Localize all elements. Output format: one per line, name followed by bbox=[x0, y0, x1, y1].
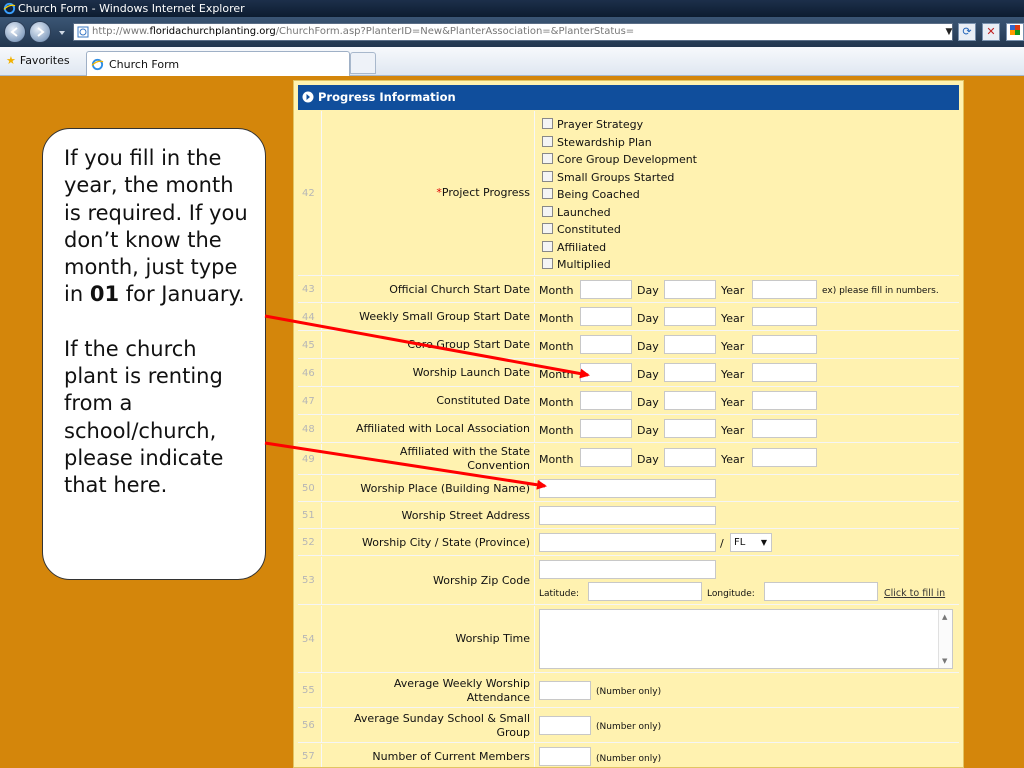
arrow-to-month-field bbox=[264, 314, 590, 379]
annotation-arrows bbox=[264, 314, 590, 490]
arrow-to-worship-place-field bbox=[264, 441, 547, 490]
